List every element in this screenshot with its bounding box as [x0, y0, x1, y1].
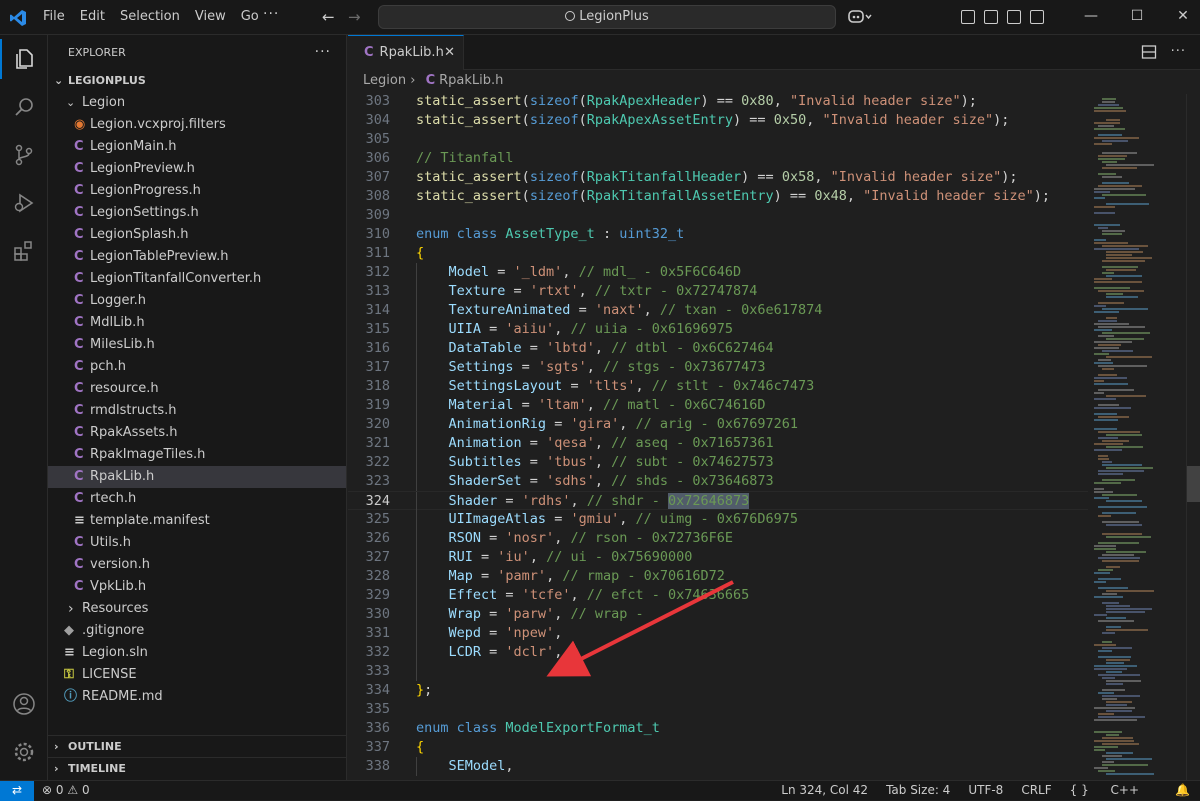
language-mode[interactable]: { } C++	[1070, 781, 1157, 800]
notifications-icon[interactable]: 🔔	[1175, 781, 1190, 800]
status-bar: ⇄ ⊗ 0 ⚠ 0 Ln 324, Col 42 Tab Size: 4 UTF…	[0, 780, 1200, 801]
tab-size[interactable]: Tab Size: 4	[886, 781, 950, 800]
warning-count: 0	[81, 783, 90, 797]
error-icon: ⊗	[42, 783, 53, 797]
language-label: C++	[1110, 783, 1140, 797]
end-of-line[interactable]: CRLF	[1021, 781, 1051, 800]
encoding[interactable]: UTF-8	[968, 781, 1003, 800]
remote-indicator-icon[interactable]: ⇄	[0, 781, 34, 801]
braces-icon: { }	[1069, 783, 1089, 797]
problems-status[interactable]: ⊗ 0 ⚠ 0	[42, 781, 90, 800]
cursor-position[interactable]: Ln 324, Col 42	[781, 781, 868, 800]
warning-icon: ⚠	[67, 783, 79, 797]
error-count: 0	[55, 783, 64, 797]
annotation-arrow-icon	[546, 580, 734, 677]
status-right: Ln 324, Col 42 Tab Size: 4 UTF-8 CRLF { …	[781, 781, 1200, 800]
